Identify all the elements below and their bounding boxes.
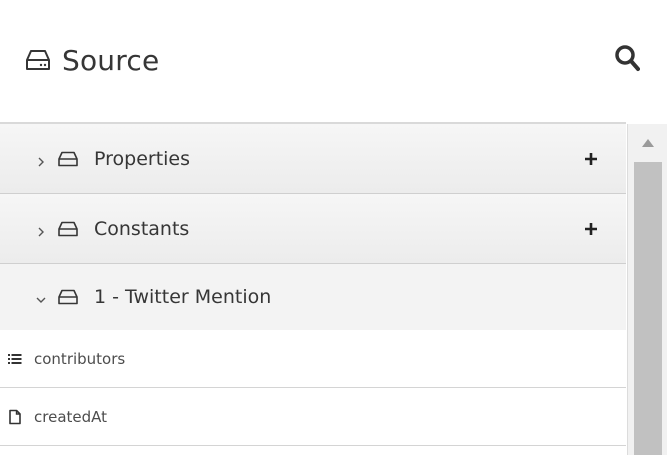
scroll-thumb[interactable] <box>634 162 662 455</box>
list-icon <box>8 351 22 367</box>
panel-title-wrap: Source <box>26 40 159 80</box>
chevron-right-icon[interactable] <box>36 154 46 166</box>
source-tray-icon <box>58 289 78 305</box>
group-label: Constants <box>94 217 190 240</box>
triangle-up-icon <box>642 134 654 152</box>
panel-title: Source <box>62 43 160 77</box>
source-tray-icon <box>26 49 50 71</box>
source-tray-icon <box>58 221 78 237</box>
document-icon <box>8 409 22 425</box>
plus-icon[interactable] <box>580 218 602 240</box>
source-panel: Source Properties Constants 1 - Twitter … <box>0 0 667 455</box>
scroll-up-button[interactable] <box>628 124 667 162</box>
field-createdat[interactable]: createdAt <box>0 388 626 446</box>
group-label: 1 - Twitter Mention <box>94 286 272 308</box>
panel-header: Source <box>0 0 667 122</box>
chevron-down-icon[interactable] <box>36 292 46 303</box>
group-label: Properties <box>94 147 191 170</box>
source-tree: Properties Constants 1 - Twitter Mention… <box>0 122 626 455</box>
chevron-right-icon[interactable] <box>36 224 46 236</box>
search-icon <box>614 44 640 77</box>
search-button[interactable] <box>612 44 642 76</box>
group-twitter-mention[interactable]: 1 - Twitter Mention <box>0 264 626 330</box>
vertical-scrollbar[interactable] <box>627 124 667 455</box>
field-label: createdAt <box>34 407 108 426</box>
source-tray-icon <box>58 151 78 167</box>
field-label: contributors <box>34 349 126 368</box>
group-constants[interactable]: Constants <box>0 194 626 264</box>
field-contributors[interactable]: contributors <box>0 330 626 388</box>
group-properties[interactable]: Properties <box>0 124 626 194</box>
plus-icon[interactable] <box>580 148 602 170</box>
